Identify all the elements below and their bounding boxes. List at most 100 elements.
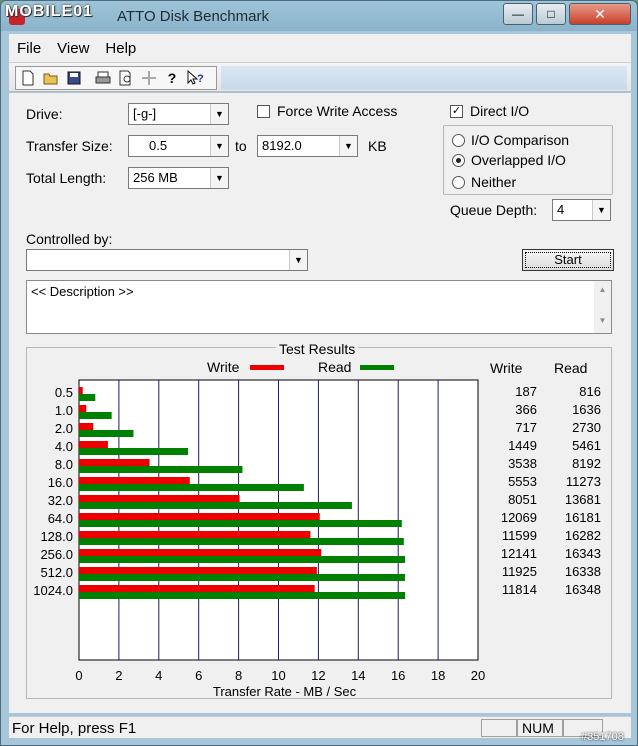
write-bar bbox=[79, 549, 322, 556]
start-button[interactable]: Start bbox=[522, 249, 614, 271]
read-bar bbox=[79, 484, 304, 491]
menu-file[interactable]: File bbox=[9, 40, 49, 57]
read-value: 16282 bbox=[564, 528, 601, 543]
x-tick-label: 12 bbox=[311, 668, 325, 683]
close-button[interactable]: ✕ bbox=[569, 3, 631, 25]
read-value: 1636 bbox=[572, 402, 601, 417]
write-value: 11814 bbox=[501, 582, 537, 597]
queue-depth-label: Queue Depth: bbox=[450, 202, 538, 218]
read-bar bbox=[79, 556, 406, 563]
y-category-label: 4.0 bbox=[55, 439, 73, 454]
controlled-by-select[interactable]: ▼ bbox=[26, 249, 308, 271]
read-value: 13681 bbox=[564, 492, 601, 507]
write-bar bbox=[79, 585, 315, 592]
write-bar bbox=[79, 405, 87, 412]
print-icon[interactable] bbox=[92, 67, 114, 89]
svg-text:?: ? bbox=[197, 73, 204, 85]
num-lock-indicator: NUM bbox=[517, 719, 563, 737]
direct-io-label: Direct I/O bbox=[470, 103, 530, 119]
read-value: 11273 bbox=[565, 474, 601, 489]
write-value: 187 bbox=[515, 384, 537, 399]
transfer-size-label: Transfer Size: bbox=[26, 138, 113, 154]
write-bar bbox=[79, 531, 311, 538]
controlled-by-label: Controlled by: bbox=[26, 231, 113, 247]
y-category-label: 512.0 bbox=[40, 565, 73, 580]
write-bar bbox=[79, 495, 240, 502]
transfer-to-select[interactable]: 8192.0 ▼ bbox=[257, 135, 358, 157]
write-value: 11925 bbox=[501, 564, 537, 579]
move-icon[interactable] bbox=[138, 67, 160, 89]
maximize-button[interactable]: □ bbox=[536, 3, 566, 25]
io-mode-group: I/O Comparison Overlapped I/O Neither bbox=[443, 125, 613, 195]
force-write-checkbox[interactable] bbox=[257, 105, 270, 118]
menu-help[interactable]: Help bbox=[97, 40, 144, 57]
drive-select[interactable]: [-g-] ▼ bbox=[128, 103, 229, 125]
neither-radio[interactable] bbox=[452, 176, 465, 189]
read-bar bbox=[79, 466, 243, 473]
y-category-label: 256.0 bbox=[40, 547, 73, 562]
open-folder-icon[interactable] bbox=[40, 67, 62, 89]
x-tick-label: 18 bbox=[431, 668, 445, 683]
app-window: ATTO Disk Benchmark MOBILE01 — □ ✕ File … bbox=[0, 0, 638, 746]
direct-io-checkbox[interactable]: ✓ bbox=[450, 105, 463, 118]
transfer-from-value: 0.5 bbox=[149, 138, 168, 153]
kb-label: KB bbox=[368, 138, 387, 154]
toolbar-strip bbox=[221, 66, 627, 90]
window-title: ATTO Disk Benchmark bbox=[117, 8, 269, 25]
menu-view[interactable]: View bbox=[49, 40, 97, 57]
x-tick-label: 6 bbox=[195, 668, 202, 683]
status-pane-empty bbox=[481, 719, 517, 737]
total-length-select[interactable]: 256 MB ▼ bbox=[128, 167, 229, 189]
print-preview-icon[interactable] bbox=[115, 67, 137, 89]
y-category-label: 0.5 bbox=[55, 385, 73, 400]
new-file-icon[interactable] bbox=[17, 67, 39, 89]
to-label: to bbox=[235, 138, 247, 154]
legend-write-swatch bbox=[250, 365, 284, 370]
chevron-down-icon[interactable]: ▼ bbox=[210, 136, 228, 156]
drive-value: [-g-] bbox=[133, 106, 157, 121]
help-question-icon[interactable]: ? bbox=[161, 67, 183, 89]
minimize-button[interactable]: — bbox=[503, 3, 533, 25]
x-tick-label: 16 bbox=[391, 668, 405, 683]
chevron-down-icon[interactable]: ▼ bbox=[339, 136, 357, 156]
scroll-up-icon[interactable]: ▲ bbox=[594, 285, 611, 294]
force-write-label: Force Write Access bbox=[277, 103, 398, 119]
status-bar: For Help, press F1 NUM bbox=[9, 716, 631, 738]
queue-depth-value: 4 bbox=[557, 202, 565, 217]
transfer-from-select[interactable]: 0.5 ▼ bbox=[128, 135, 229, 157]
write-bar bbox=[79, 567, 317, 574]
x-tick-label: 20 bbox=[471, 668, 485, 683]
write-bar bbox=[79, 477, 190, 484]
description-textarea[interactable]: << Description >> ▲ ▼ bbox=[26, 280, 612, 334]
overlapped-io-radio[interactable] bbox=[452, 154, 465, 167]
menu-bar: File View Help bbox=[9, 34, 631, 62]
io-comparison-radio[interactable] bbox=[452, 134, 465, 147]
drive-label: Drive: bbox=[26, 106, 63, 122]
write-value: 5553 bbox=[508, 474, 537, 489]
save-icon[interactable] bbox=[63, 67, 85, 89]
x-tick-label: 10 bbox=[271, 668, 285, 683]
read-value: 8192 bbox=[572, 456, 601, 471]
write-value: 717 bbox=[515, 420, 537, 435]
x-tick-label: 8 bbox=[235, 668, 242, 683]
queue-depth-select[interactable]: 4 ▼ bbox=[552, 199, 611, 221]
chevron-down-icon[interactable]: ▼ bbox=[289, 250, 307, 270]
watermark-logo: MOBILE01 bbox=[5, 3, 94, 20]
write-value: 1449 bbox=[508, 438, 537, 453]
write-value: 366 bbox=[515, 402, 537, 417]
context-help-icon[interactable]: ? bbox=[184, 67, 206, 89]
chevron-down-icon[interactable]: ▼ bbox=[210, 104, 228, 124]
read-bar bbox=[79, 448, 188, 455]
title-bar[interactable]: ATTO Disk Benchmark MOBILE01 — □ ✕ bbox=[1, 1, 637, 33]
read-value: 16348 bbox=[564, 582, 601, 597]
description-scrollbar[interactable]: ▲ ▼ bbox=[594, 281, 611, 333]
total-length-label: Total Length: bbox=[26, 170, 107, 186]
scroll-down-icon[interactable]: ▼ bbox=[594, 316, 611, 325]
y-category-label: 128.0 bbox=[40, 529, 73, 544]
transfer-to-value: 8192.0 bbox=[262, 138, 302, 153]
write-value: 12069 bbox=[500, 510, 537, 525]
toolbar-group: ? ? bbox=[15, 66, 217, 90]
chevron-down-icon[interactable]: ▼ bbox=[210, 168, 228, 188]
minimize-icon: — bbox=[512, 7, 524, 21]
chevron-down-icon[interactable]: ▼ bbox=[592, 200, 610, 220]
